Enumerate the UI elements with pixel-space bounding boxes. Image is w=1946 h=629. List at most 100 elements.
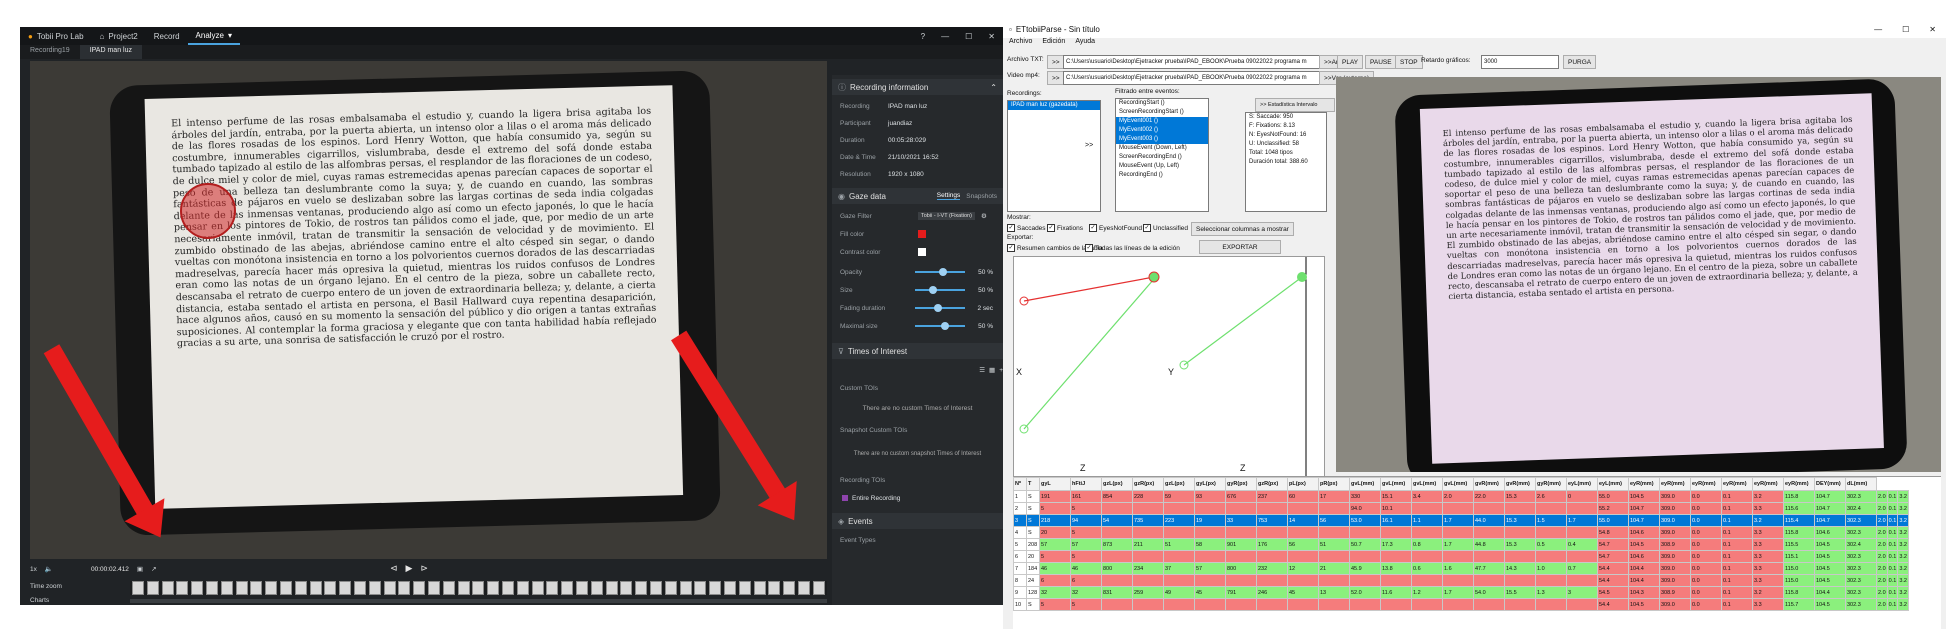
check-fixations[interactable]: ✓ Fixations bbox=[1047, 224, 1083, 232]
purga-button[interactable]: PURGA bbox=[1563, 55, 1597, 69]
column-header[interactable]: pR(px) bbox=[1318, 477, 1350, 491]
slider-knob[interactable] bbox=[938, 268, 947, 276]
column-header[interactable]: DEY(mm) bbox=[1814, 477, 1846, 491]
check-todas-lineas[interactable]: ✓ Todas las líneas de la edición bbox=[1085, 244, 1180, 252]
table-row[interactable]: 10 S 5 5 54.4 104.5 309.0 0.0 0.1 3.3 115.7 104.5 30… bbox=[1013, 598, 1909, 611]
play-button[interactable]: PLAY bbox=[1337, 55, 1364, 69]
column-header[interactable]: gvL(mm) bbox=[1442, 477, 1474, 491]
event-item[interactable]: RecordingEnd () bbox=[1116, 171, 1208, 180]
check-saccades[interactable]: ✓ Saccades bbox=[1007, 224, 1046, 232]
event-item[interactable]: MouseEvent (Up, Left) bbox=[1116, 162, 1208, 171]
table-row[interactable]: 5 208 57 57 873 211 51 58 901 176 56 51 50.7 17.3 0.8 1… bbox=[1013, 538, 1909, 551]
column-header[interactable]: pL(px) bbox=[1287, 477, 1319, 491]
column-header[interactable]: gvL(mm) bbox=[1411, 477, 1443, 491]
tab-gaze-settings[interactable]: Settings bbox=[936, 192, 961, 200]
browse-archivo-button[interactable]: >> bbox=[1047, 55, 1065, 69]
menu-archivo[interactable]: Archivo bbox=[1009, 38, 1032, 50]
volume-icon[interactable]: 🔈 bbox=[45, 565, 53, 573]
list-view-icon[interactable]: ☰ bbox=[979, 366, 985, 374]
column-header[interactable]: eyR(mm) bbox=[1721, 477, 1753, 491]
fading-slider[interactable] bbox=[915, 304, 965, 312]
chevron-up-icon[interactable]: ⌃ bbox=[990, 83, 997, 92]
archivo-path-field[interactable]: C:\Users\usuario\Desktop\Ejetracker prue… bbox=[1063, 55, 1321, 69]
play-icon[interactable]: ▶ bbox=[406, 563, 413, 574]
minimize-icon[interactable]: — bbox=[933, 32, 957, 41]
column-header[interactable]: T bbox=[1026, 477, 1040, 491]
recordings-list[interactable]: IPAD man luz (gazedata) bbox=[1007, 100, 1101, 212]
event-item[interactable]: MyEvent002 () bbox=[1116, 126, 1208, 135]
maximize-icon[interactable]: ☐ bbox=[957, 32, 980, 41]
event-item[interactable]: ScreenRecordingEnd () bbox=[1116, 153, 1208, 162]
opacity-slider[interactable] bbox=[915, 268, 965, 276]
maximize-icon[interactable]: ☐ bbox=[1892, 25, 1919, 34]
column-header[interactable]: gzR(px) bbox=[1132, 477, 1164, 491]
column-header[interactable]: eyL(mm) bbox=[1566, 477, 1598, 491]
column-header[interactable]: gvL(mm) bbox=[1349, 477, 1381, 491]
table-row[interactable]: 2 S 5 5 94.0 10.1 55.2 104.7 309.0 0.0 0.1 3.3 115.6… bbox=[1013, 502, 1909, 515]
share-icon[interactable]: ↗ bbox=[151, 565, 156, 573]
fill-color-swatch[interactable] bbox=[918, 230, 926, 238]
event-item[interactable]: MyEvent003 () bbox=[1116, 135, 1208, 144]
column-header[interactable]: eyR(mm) bbox=[1690, 477, 1722, 491]
menu-edicion[interactable]: Edición bbox=[1042, 38, 1065, 50]
slider-knob[interactable] bbox=[933, 304, 942, 312]
chevron-down-icon[interactable]: ▾ bbox=[228, 31, 232, 40]
browse-video-button[interactable]: >> bbox=[1047, 71, 1065, 85]
column-header[interactable]: eyL(mm) bbox=[1597, 477, 1629, 491]
table-row[interactable]: 1 S 191 161 854 228 59 93 676 237 60 17 330 15.1 3.4 2.… bbox=[1013, 490, 1909, 503]
gear-icon[interactable]: ⚙ bbox=[981, 212, 987, 220]
recording-item[interactable]: IPAD man luz (gazedata) bbox=[1008, 101, 1100, 110]
column-header[interactable]: gvR(mm) bbox=[1504, 477, 1536, 491]
recording-info-header[interactable]: ⓘ Recording information ⌃ bbox=[832, 79, 1003, 95]
thumbnail-strip[interactable] bbox=[130, 581, 827, 595]
tab-project[interactable]: ⌂ Project2 bbox=[92, 32, 146, 41]
entire-recording-item[interactable]: Entire Recording bbox=[852, 495, 900, 502]
column-header[interactable]: gyL(px) bbox=[1194, 477, 1226, 491]
gaze-filter-select[interactable]: Tobii - I-VT (Fixation) bbox=[918, 212, 975, 220]
event-item[interactable]: MouseEvent (Down, Left) bbox=[1116, 144, 1208, 153]
column-header[interactable]: gyR(mm) bbox=[1535, 477, 1567, 491]
gaze-data-header[interactable]: ◉ Gaze data Settings Snapshots bbox=[832, 188, 1003, 204]
column-header[interactable]: Nº bbox=[1013, 477, 1027, 491]
close-icon[interactable]: ✕ bbox=[980, 32, 1003, 41]
tab-gaze-snapshots[interactable]: Snapshots bbox=[966, 193, 997, 200]
help-icon[interactable]: ? bbox=[913, 32, 933, 41]
column-header[interactable]: eyR(mm) bbox=[1628, 477, 1660, 491]
table-row[interactable]: 3 S 218 94 54 735 223 19 33 753 14 56 53.0 16.1 1.1 1.7… bbox=[1013, 514, 1909, 527]
skip-back-icon[interactable]: ⊲ bbox=[390, 563, 398, 574]
select-columns-button[interactable]: Seleccionar columnas a mostrar bbox=[1191, 222, 1294, 236]
retardo-select[interactable]: 3000 bbox=[1481, 55, 1559, 69]
data-grid[interactable]: Nº TgyL hFtiJ gzL(px) gzR(px) gzL(px) gyL(px) g… bbox=[1013, 477, 1909, 611]
column-header[interactable]: eyR(mm) bbox=[1659, 477, 1691, 491]
column-header[interactable]: gyR(px) bbox=[1225, 477, 1257, 491]
slider-knob[interactable] bbox=[928, 286, 937, 294]
event-item[interactable]: ScreenRecordingStart () bbox=[1116, 108, 1208, 117]
max-size-slider[interactable] bbox=[915, 322, 965, 330]
event-item[interactable]: RecordingStart () bbox=[1116, 99, 1208, 108]
pause-button[interactable]: PAUSE bbox=[1365, 55, 1397, 69]
contrast-color-swatch[interactable] bbox=[918, 248, 926, 256]
etp-video-player[interactable]: El intenso perfume de las rosas embalsam… bbox=[1336, 77, 1941, 472]
event-item[interactable]: MyEvent001 () bbox=[1116, 117, 1208, 126]
video-path-field[interactable]: C:\Users\usuario\Desktop\Ejetracker prue… bbox=[1063, 71, 1321, 85]
doc-tab-recording19[interactable]: Recording19 bbox=[20, 45, 80, 59]
tab-analyze[interactable]: Analyze ▾ bbox=[187, 27, 241, 45]
exportar-button[interactable]: EXPORTAR bbox=[1199, 240, 1281, 254]
events-list[interactable]: RecordingStart () ScreenRecordingStart (… bbox=[1115, 98, 1209, 212]
column-header[interactable]: gzL(px) bbox=[1163, 477, 1195, 491]
timeline-scrubber[interactable] bbox=[130, 599, 827, 603]
check-unclassified[interactable]: ✓ Unclassified bbox=[1143, 224, 1188, 232]
events-header[interactable]: ◈ Events bbox=[832, 513, 1003, 529]
toi-header[interactable]: ⊽ Times of Interest bbox=[832, 343, 1003, 359]
table-row[interactable]: 4 S 20 5 54.8 104.6 309.0 0.0 0.1 3.3 115.8 104.6 30… bbox=[1013, 526, 1909, 539]
slider-knob[interactable] bbox=[941, 322, 949, 330]
grid-view-icon[interactable]: ▦ bbox=[989, 366, 995, 374]
table-row[interactable]: 9 128 32 32 831 259 49 45 791 246 45 13 52.0 11.6 1.2 1… bbox=[1013, 586, 1909, 599]
column-header[interactable]: hFtiJ bbox=[1070, 477, 1102, 491]
skip-forward-icon[interactable]: ⊳ bbox=[420, 563, 428, 574]
column-header[interactable]: gzL(px) bbox=[1101, 477, 1133, 491]
table-row[interactable]: 7 184 46 46 800 234 37 57 800 232 12 21 45.9 13.8 0.6 1… bbox=[1013, 562, 1909, 575]
column-header[interactable]: eyR(mm) bbox=[1752, 477, 1784, 491]
data-table[interactable]: Nº TgyL hFtiJ gzL(px) gzR(px) gzL(px) gyL(px) g… bbox=[1013, 476, 1941, 629]
close-icon[interactable]: ✕ bbox=[1919, 25, 1946, 34]
